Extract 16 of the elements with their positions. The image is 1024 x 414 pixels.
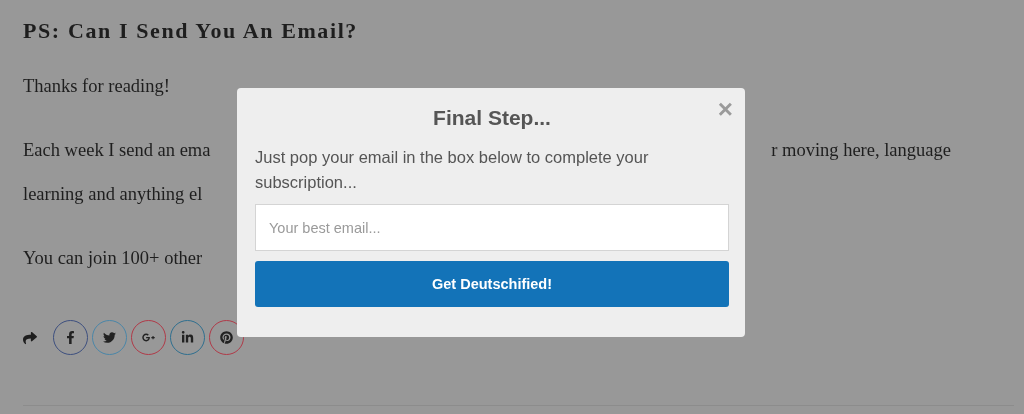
google-plus-icon [142,331,155,344]
paragraph-text: learning and anything el [23,183,203,206]
paragraph-text: Each week I send an ema [23,139,211,162]
pinterest-icon [220,331,233,344]
paragraph-text: You can join 100+ other [23,247,203,270]
modal-title: Final Step... [433,106,551,130]
paragraph-text: Thanks for reading! [23,75,170,98]
email-field[interactable]: Your best email... [255,204,729,251]
paragraph-text: r moving here, language [771,139,951,162]
facebook-icon [64,331,77,344]
subscribe-button[interactable]: Get Deutschified! [255,261,729,307]
share-icon [23,330,37,345]
twitter-icon [103,331,116,344]
linkedin-icon [181,331,194,344]
article-heading: PS: Can I Send You An Email? [23,18,358,44]
modal-description: Just pop your email in the box below to complete your subscription... [255,147,650,193]
